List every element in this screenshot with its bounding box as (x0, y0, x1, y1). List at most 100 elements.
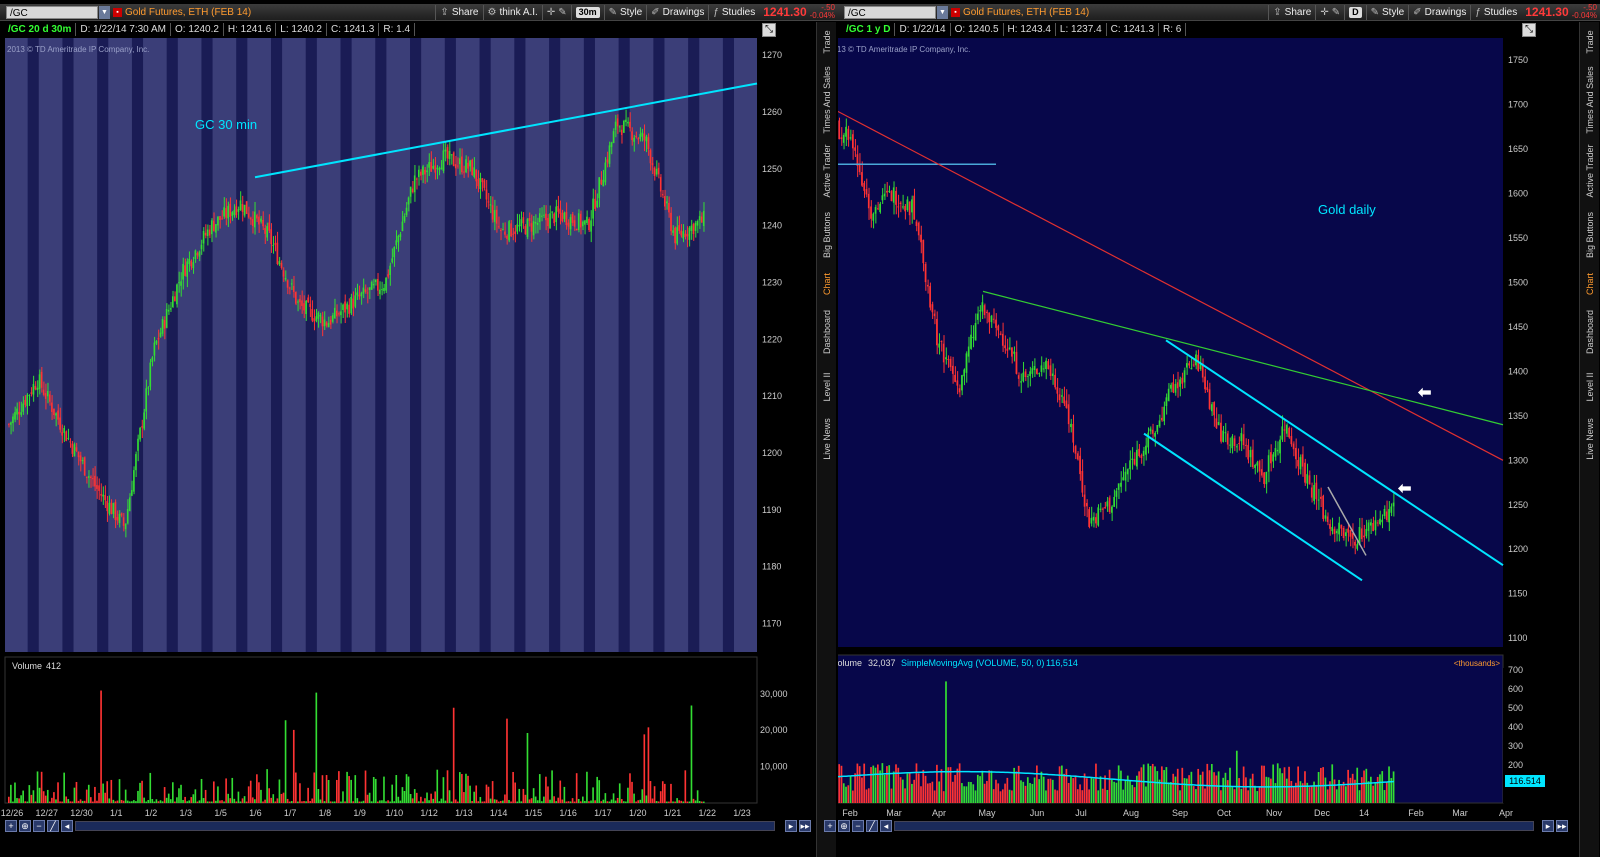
candle-body (1354, 541, 1356, 546)
volume-bar (1265, 776, 1268, 803)
volume-bar (1213, 772, 1215, 803)
candle-body (999, 333, 1002, 335)
candle-body (1235, 446, 1238, 448)
candle-body (872, 213, 875, 221)
side-tab-chart[interactable]: Chart (817, 268, 837, 300)
session-band (549, 38, 561, 652)
side-tab-dashboard[interactable]: Dashboard (1580, 304, 1600, 360)
candle-body (899, 202, 902, 204)
candle-body (247, 213, 250, 218)
side-tab-active-trader[interactable]: Active Trader (1580, 140, 1600, 202)
candle-body (598, 177, 601, 199)
volume-bar (467, 775, 469, 803)
volume-bar (618, 783, 621, 803)
side-tab-trade[interactable]: Trade (817, 24, 837, 60)
candle-body (139, 427, 141, 440)
candle-body (106, 501, 109, 512)
volume-bar (44, 795, 47, 803)
scroll-right-icon[interactable]: ▸ (1542, 820, 1554, 832)
right-chart-svg[interactable]: 2013 © TD Ameritrade IP Company, Inc. Gol… (838, 0, 1578, 840)
candle-body (954, 374, 956, 382)
side-tab-active-trader[interactable]: Active Trader (817, 140, 837, 202)
volume-bar (504, 794, 506, 803)
zoom-in-icon[interactable]: + (824, 820, 836, 832)
scroll-end-icon[interactable]: ▸▸ (799, 820, 811, 832)
candle-body (319, 315, 322, 317)
zoom-in-icon[interactable]: + (5, 820, 17, 832)
volume-bar (872, 765, 875, 803)
scroll-right-icon[interactable]: ▸ (785, 820, 797, 832)
volume-bar (861, 777, 863, 803)
volume-bar (1092, 778, 1095, 803)
volume-bar (1251, 773, 1254, 803)
draw-line-icon[interactable]: ╱ (47, 820, 59, 832)
x-tick-label: Sep (1172, 808, 1188, 818)
candle-body (618, 126, 621, 128)
volume-bar (961, 783, 963, 803)
candle-body (1090, 517, 1093, 524)
side-tab-chart[interactable]: Chart (1580, 268, 1600, 300)
volume-bar (469, 785, 471, 803)
volume-bar (1285, 778, 1288, 803)
side-tab-trade[interactable]: Trade (1580, 24, 1600, 60)
candle-body (668, 202, 670, 213)
zoom-fit-icon[interactable]: ⊕ (838, 820, 850, 832)
volume-bar (620, 799, 623, 803)
volume-bar (1086, 778, 1088, 803)
side-tab-big-buttons[interactable]: Big Buttons (817, 206, 837, 264)
candle-body (610, 142, 613, 147)
candle-body (1111, 506, 1113, 513)
x-tick-label: 1/12 (420, 808, 438, 818)
candle-body (229, 203, 232, 217)
candle-body (413, 175, 416, 193)
side-tab-times-and-sales[interactable]: Times And Sales (817, 64, 837, 136)
candle-body (364, 289, 367, 292)
zoom-out-icon[interactable]: − (33, 820, 45, 832)
candle-body (933, 313, 936, 317)
volume-bar (1083, 773, 1086, 803)
volume-bar (911, 783, 913, 803)
candle-body (657, 167, 660, 175)
volume-bar (625, 801, 627, 803)
volume-bar (114, 801, 117, 803)
scroll-left-icon[interactable]: ◂ (880, 820, 892, 832)
candle-body (141, 426, 143, 428)
zoom-out-icon[interactable]: − (852, 820, 864, 832)
right-scrollbar[interactable] (894, 821, 1534, 831)
candle-body (374, 279, 377, 283)
zoom-fit-icon[interactable]: ⊕ (19, 820, 31, 832)
candle-body (870, 206, 872, 219)
session-band (688, 38, 700, 652)
candle-body (340, 311, 342, 316)
side-tab-level-ii[interactable]: Level II (1580, 364, 1600, 410)
side-tab-dashboard[interactable]: Dashboard (817, 304, 837, 360)
side-tab-level-ii[interactable]: Level II (817, 364, 837, 410)
draw-line-icon[interactable]: ╱ (866, 820, 878, 832)
volume-bar (172, 782, 174, 803)
scroll-left-icon[interactable]: ◂ (61, 820, 73, 832)
candle-body (44, 393, 47, 399)
candle-body (249, 217, 252, 220)
volume-bar (475, 785, 478, 803)
candle-body (420, 171, 422, 176)
candle-body (614, 121, 617, 130)
volume-bar (577, 798, 580, 803)
candle-body (489, 204, 492, 206)
volume-bar (1360, 777, 1363, 803)
side-tab-big-buttons[interactable]: Big Buttons (1580, 206, 1600, 264)
left-chart-svg[interactable]: 2013 © TD Ameritrade IP Company, Inc. GC … (0, 0, 800, 840)
side-tab-times-and-sales[interactable]: Times And Sales (1580, 64, 1600, 136)
volume-bar (1210, 764, 1213, 803)
side-tab-live-news[interactable]: Live News (817, 414, 837, 464)
side-tab-live-news[interactable]: Live News (1580, 414, 1600, 464)
volume-bar (1226, 780, 1229, 803)
volume-bar (700, 801, 703, 803)
volume-bar (851, 790, 854, 803)
candle-body (972, 336, 975, 339)
volume-bar (702, 801, 705, 803)
scroll-end-icon[interactable]: ▸▸ (1556, 820, 1568, 832)
volume-bar (389, 801, 391, 803)
left-scrollbar[interactable] (75, 821, 775, 831)
volume-bar (223, 801, 225, 803)
candle-body (684, 233, 687, 237)
